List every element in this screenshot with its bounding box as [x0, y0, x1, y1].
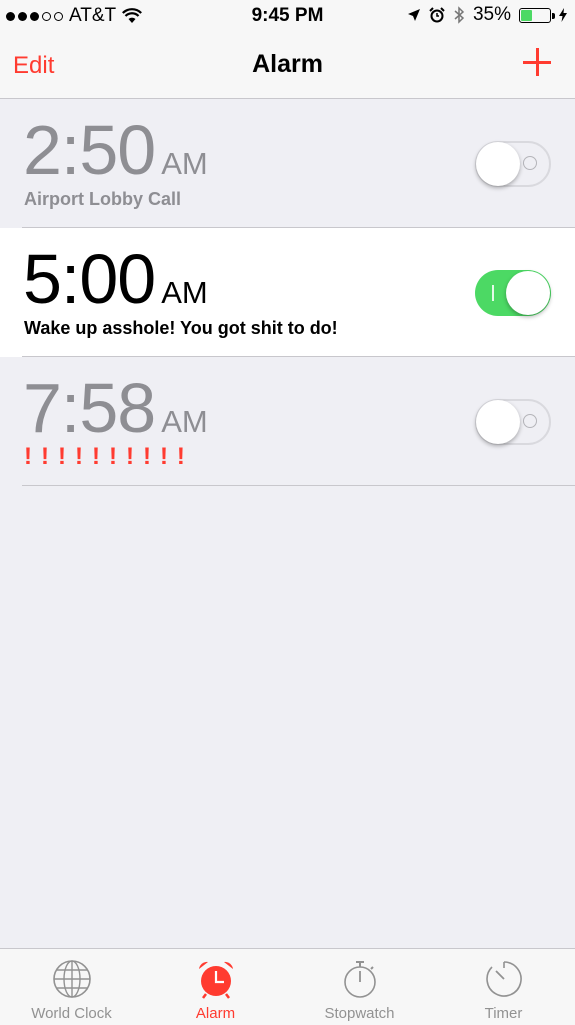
tab-label: World Clock — [31, 1005, 112, 1022]
tab-label: Stopwatch — [324, 1005, 395, 1022]
alarm-toggle[interactable] — [475, 270, 551, 316]
alarm-clock-icon — [198, 961, 233, 999]
tab-stopwatch[interactable]: Stopwatch — [288, 949, 431, 1025]
stopwatch-icon — [343, 961, 376, 998]
navigation-bar: Edit Alarm — [0, 32, 575, 99]
alarm-label: Airport Lobby Call — [24, 189, 181, 209]
tab-label: Timer — [484, 1005, 523, 1022]
alarm-row[interactable]: 2:50 AM Airport Lobby Call — [0, 99, 575, 228]
tab-world-clock[interactable]: World Clock — [0, 949, 143, 1025]
alarm-ampm: AM — [161, 275, 208, 310]
globe-icon — [52, 960, 91, 998]
alarm-status-icon — [429, 7, 445, 23]
tab-timer[interactable]: Timer — [432, 949, 575, 1025]
bluetooth-icon — [454, 6, 465, 24]
status-bar: AT&T 9:45 PM 35% — [0, 0, 575, 32]
alarm-label: !!!!!!!!!! — [24, 443, 194, 470]
alarm-ampm: AM — [161, 146, 208, 181]
alarm-time: 7:58 AM — [23, 369, 208, 447]
add-alarm-button[interactable] — [521, 46, 553, 78]
battery-percent: 35% — [472, 4, 511, 25]
battery-icon — [519, 7, 555, 23]
tab-bar: World Clock Alarm Stopwatch Timer — [0, 948, 575, 1025]
alarm-time: 5:00 AM — [23, 240, 208, 318]
tab-alarm[interactable]: Alarm — [144, 949, 287, 1025]
alarm-time: 2:50 AM — [23, 111, 208, 189]
timer-icon — [485, 961, 522, 997]
alarm-ampm: AM — [161, 404, 208, 439]
charging-bolt-icon — [559, 8, 567, 22]
alarm-row[interactable]: 7:58 AM !!!!!!!!!! — [0, 357, 575, 486]
alarm-label: Wake up asshole! You got shit to do! — [24, 318, 338, 338]
alarm-toggle[interactable] — [475, 399, 551, 445]
status-right: 35% — [407, 4, 567, 26]
page-title: Alarm — [252, 50, 323, 78]
location-arrow-icon — [407, 9, 420, 21]
tab-label: Alarm — [195, 1005, 236, 1022]
alarm-toggle[interactable] — [475, 141, 551, 187]
alarm-row[interactable]: 5:00 AM Wake up asshole! You got shit to … — [0, 228, 575, 357]
